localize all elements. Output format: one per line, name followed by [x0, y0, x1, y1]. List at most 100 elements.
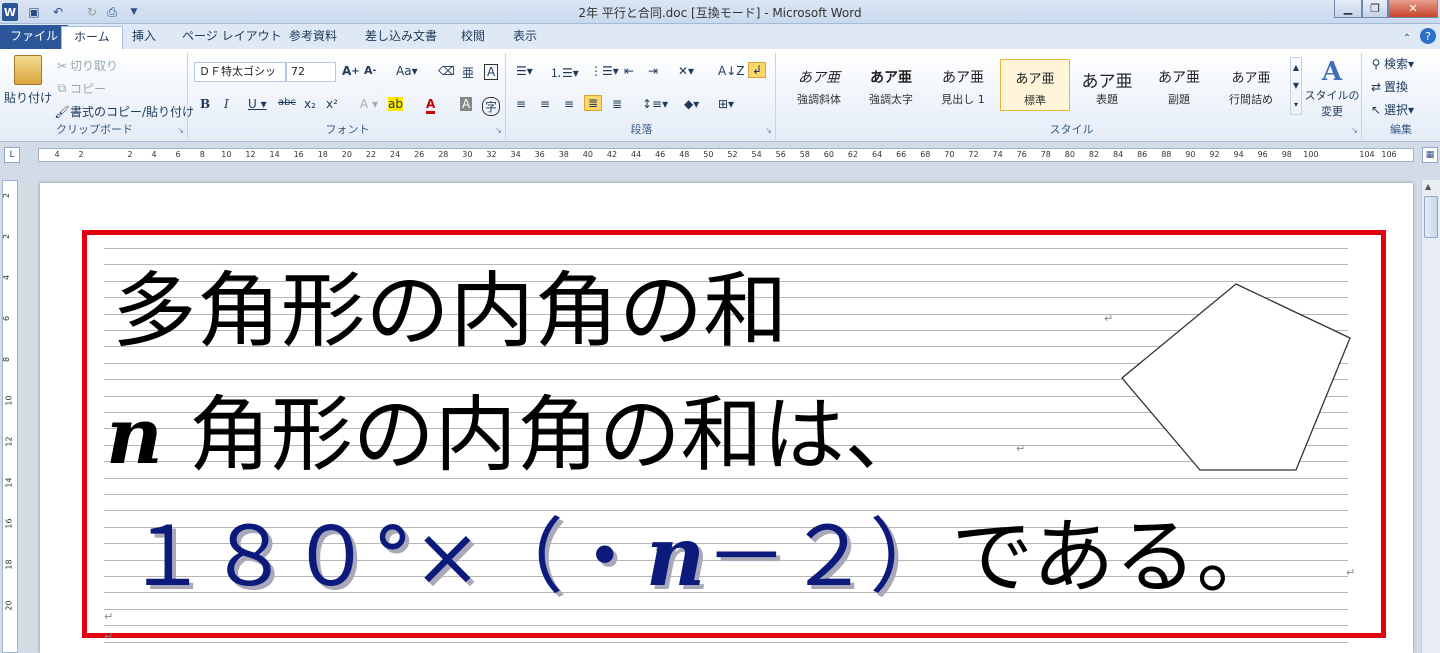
shading-button[interactable]: ◆▾: [684, 97, 699, 111]
enclose-char-icon[interactable]: 字: [482, 97, 501, 116]
close-button[interactable]: ✕: [1388, 0, 1438, 18]
format-painter-button[interactable]: 🖌 書式のコピー/貼り付け: [54, 103, 194, 120]
find-button[interactable]: ⚲ 検索 ▾: [1368, 55, 1414, 72]
char-border-icon[interactable]: A: [484, 64, 499, 80]
ruler-tick: 28: [438, 150, 449, 159]
highlight-button[interactable]: ab: [388, 97, 403, 111]
scroll-thumb[interactable]: [1424, 196, 1438, 238]
style-subtitle[interactable]: あア亜 副題: [1144, 59, 1214, 111]
tab-mailings[interactable]: 差し込み文書: [353, 26, 449, 49]
maximize-button[interactable]: ❐: [1362, 0, 1388, 18]
paste-button[interactable]: 貼り付け: [4, 55, 52, 106]
multilevel-list-button[interactable]: ⋮☰▾: [590, 64, 619, 78]
tab-file[interactable]: ファイル: [0, 25, 69, 49]
ruler-tick: 104: [1359, 150, 1375, 159]
char-shading-icon[interactable]: A: [460, 97, 473, 111]
select-button[interactable]: ↖ 選択 ▾: [1368, 101, 1414, 118]
help-icon[interactable]: ?: [1420, 28, 1436, 44]
minimize-button[interactable]: ▁: [1334, 0, 1362, 18]
body-line2[interactable]: n 角形の内角の和は、: [106, 368, 927, 487]
bold-button[interactable]: B: [200, 97, 210, 111]
ruler-tick: 34: [510, 150, 521, 159]
italic-button[interactable]: I: [224, 97, 229, 111]
style-name: 行間詰め: [1229, 93, 1273, 106]
style-name: 標準: [1024, 94, 1046, 107]
style-title[interactable]: あア亜 表題: [1072, 59, 1142, 111]
style-normal[interactable]: あア亜 標準: [1000, 59, 1070, 111]
superscript-button[interactable]: x²: [326, 97, 338, 111]
asian-layout-button[interactable]: ✕▾: [678, 64, 694, 78]
borders-button[interactable]: ⊞▾: [718, 97, 734, 111]
find-label: 検索: [1384, 57, 1409, 71]
scroll-up-icon[interactable]: ▲: [1425, 182, 1431, 191]
change-styles-button[interactable]: A スタイルの 変更: [1305, 57, 1360, 119]
style-heading1[interactable]: あア亜 見出し 1: [928, 59, 998, 111]
pentagon-shape[interactable]: [1118, 280, 1358, 476]
tab-view[interactable]: 表示: [501, 26, 549, 49]
paste-icon: [14, 55, 42, 85]
change-case-button[interactable]: Aa▾: [396, 64, 418, 78]
copy-button[interactable]: ⧉ コピー: [54, 80, 106, 97]
style-subtle-emphasis[interactable]: あア亜 強調斜体: [784, 59, 854, 111]
ruler-tick: 14: [269, 150, 280, 159]
align-right-button[interactable]: ≡: [564, 97, 574, 111]
strikethrough-button[interactable]: abc: [278, 97, 296, 108]
vruler-tick: 14: [4, 477, 14, 488]
copy-icon: ⧉: [57, 81, 67, 95]
tab-review[interactable]: 校閲: [449, 26, 497, 49]
styles-scroll-icon[interactable]: ▲ ▼ ▾: [1290, 57, 1302, 115]
paragraph-mark: ↵: [1016, 442, 1026, 455]
show-marks-button[interactable]: ↲: [748, 62, 767, 78]
tab-insert[interactable]: 挿入: [120, 26, 168, 49]
font-dialog-launcher-icon[interactable]: ↘: [495, 126, 502, 135]
minimize-ribbon-icon[interactable]: ⌃: [1400, 29, 1414, 47]
dialog-launcher-icon[interactable]: ↘: [177, 126, 184, 135]
view-ruler-icon[interactable]: ▦: [1422, 147, 1438, 163]
phonetic-guide-icon[interactable]: 亜: [462, 64, 474, 81]
underline-button[interactable]: U ▾: [248, 97, 267, 111]
decrease-indent-button[interactable]: ⇤: [624, 64, 634, 78]
justify-button[interactable]: ≣: [584, 95, 603, 111]
font-size-combo[interactable]: 72: [286, 62, 336, 82]
font-name-combo[interactable]: ＤＦ特太ゴシッ: [194, 62, 286, 82]
ruler-tick: 48: [679, 150, 690, 159]
ruler-tick: 22: [365, 150, 377, 159]
vruler-tick: 8: [2, 356, 12, 363]
horizontal-ruler: L 4 2 2 4 6 8 10 12 14 16 18 20 22 24 26 28 30 32 34 36 38 40…: [0, 142, 1440, 168]
cut-button[interactable]: ✂ 切り取り: [54, 57, 118, 74]
ruler-bar[interactable]: 4 2 2 4 6 8 10 12 14 16 18 20 22 24 26 28 30 32 34 36 38 40 42…: [38, 148, 1414, 162]
tab-references[interactable]: 参考資料: [277, 26, 349, 49]
font-color-button[interactable]: A: [426, 97, 436, 114]
replace-button[interactable]: ⇄ 置換: [1368, 78, 1408, 95]
paragraph-dialog-launcher-icon[interactable]: ↘: [765, 126, 772, 135]
increase-indent-button[interactable]: ⇥: [648, 64, 658, 78]
heading-line1[interactable]: 多角形の内角の和: [112, 244, 788, 363]
ruler-tick: 12: [245, 150, 256, 159]
distribute-button[interactable]: ≣: [612, 97, 622, 111]
align-center-button[interactable]: ≡: [540, 97, 550, 111]
change-styles-icon: A: [1321, 57, 1343, 87]
tab-selector-icon[interactable]: L: [4, 147, 20, 163]
text-effects-button[interactable]: A ▾: [360, 97, 378, 111]
shrink-font-button[interactable]: A-: [364, 64, 376, 77]
formula-line3[interactable]: １８０°×（・n－２）である。: [126, 490, 1279, 609]
paragraph-mark: ↵: [104, 630, 114, 643]
style-no-spacing[interactable]: あア亜 行間詰め: [1216, 59, 1286, 111]
ruler-tick: 100: [1303, 150, 1319, 159]
align-left-button[interactable]: ≡: [516, 97, 526, 111]
style-strong[interactable]: あア亜 強調太字: [856, 59, 926, 111]
clear-format-icon[interactable]: ⌫: [438, 64, 455, 78]
styles-dialog-launcher-icon[interactable]: ↘: [1351, 126, 1358, 135]
tab-page-layout[interactable]: ページ レイアウト: [170, 26, 294, 49]
sort-button[interactable]: A↓Z: [718, 64, 744, 78]
grow-font-button[interactable]: A +: [342, 64, 360, 78]
ruler-tick: 24: [390, 150, 401, 159]
ruler-tick: 16: [293, 150, 304, 159]
bullets-button[interactable]: ☰▾: [516, 64, 533, 78]
vruler-tick: 12: [4, 436, 14, 447]
line-spacing-button[interactable]: ↕≡▾: [642, 97, 668, 111]
vertical-scrollbar[interactable]: ▲: [1421, 180, 1440, 653]
subscript-button[interactable]: x₂: [304, 97, 316, 111]
numbering-button[interactable]: ⒈☰▾: [550, 64, 579, 81]
tab-home[interactable]: ホーム: [61, 26, 123, 49]
